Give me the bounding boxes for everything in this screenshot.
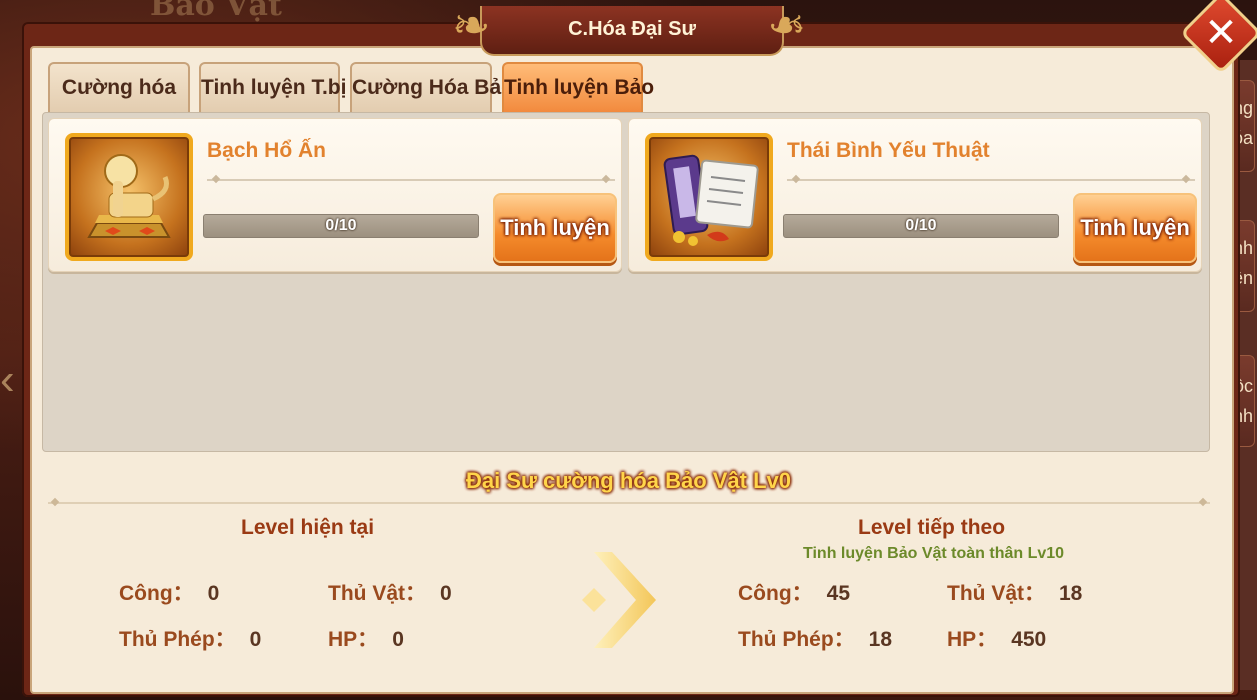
dialog-header: C.Hóa Đại Sư: [480, 6, 784, 56]
tab-cuong-hoa-bao[interactable]: Cường Hóa Bảo: [350, 62, 514, 112]
progress-text: 0/10: [325, 217, 357, 234]
white-tiger-seal-icon[interactable]: [65, 133, 193, 261]
next-stat-physical-defense: Thủ Vật： 18: [947, 582, 1083, 605]
left-nav-arrow-icon[interactable]: ‹: [0, 350, 22, 410]
tab-cuong-hoa[interactable]: Cường hóa: [48, 62, 190, 112]
tab-tinh-luyen-bao[interactable]: Tinh luyện Bảo: [502, 62, 654, 112]
scroll-ornament-left-icon: ❧: [452, 0, 491, 52]
background-screen-title: Bảo Vật: [150, 0, 282, 23]
next-stat-hp: HP： 450: [947, 628, 1047, 651]
next-level-requirement: Tinh luyện Bảo Vật toàn thân Lv10: [803, 545, 1065, 562]
item-card: Thái Bình Yếu Thuật 0/10 Tinh luyện: [628, 118, 1202, 272]
current-stat-attack: Công： 0: [119, 582, 220, 605]
refine-progress-bar: 0/10: [783, 214, 1059, 238]
item-name: Bạch Hổ Ấn: [207, 139, 327, 162]
current-stat-hp: HP： 0: [328, 628, 404, 651]
next-level-heading: Level tiếp theo: [858, 516, 1006, 539]
refine-button[interactable]: Tinh luyện: [1073, 193, 1197, 263]
refine-button[interactable]: Tinh luyện: [493, 193, 617, 263]
scroll-ornament-right-icon: ❧: [767, 0, 806, 52]
next-stat-magic-defense: Thủ Phép： 18: [738, 628, 893, 651]
current-stat-magic-defense: Thủ Phép： 0: [119, 628, 262, 651]
section-divider: [48, 502, 1210, 504]
item-card: Bạch Hổ Ấn 0/10 Tinh luyện: [48, 118, 622, 272]
item-divider: [207, 179, 615, 181]
dialog-title: C.Hóa Đại Sư: [568, 18, 696, 40]
current-stat-physical-defense: Thủ Vật： 0: [328, 582, 452, 605]
next-stat-attack: Công： 45: [738, 582, 851, 605]
next-level-arrow-icon: [582, 552, 656, 648]
master-level-title: Đại Sư cường hóa Bảo Vật Lv0: [465, 468, 791, 493]
tab-tinh-luyen-trang-bi[interactable]: Tinh luyện T.bị: [199, 62, 346, 112]
progress-text: 0/10: [905, 217, 937, 234]
refine-progress-bar: 0/10: [203, 214, 479, 238]
scroll-book-icon[interactable]: [645, 133, 773, 261]
close-icon[interactable]: ✕: [1192, 4, 1250, 62]
current-level-heading: Level hiện tại: [241, 516, 375, 539]
item-name: Thái Bình Yếu Thuật: [787, 139, 990, 162]
item-divider: [787, 179, 1195, 181]
